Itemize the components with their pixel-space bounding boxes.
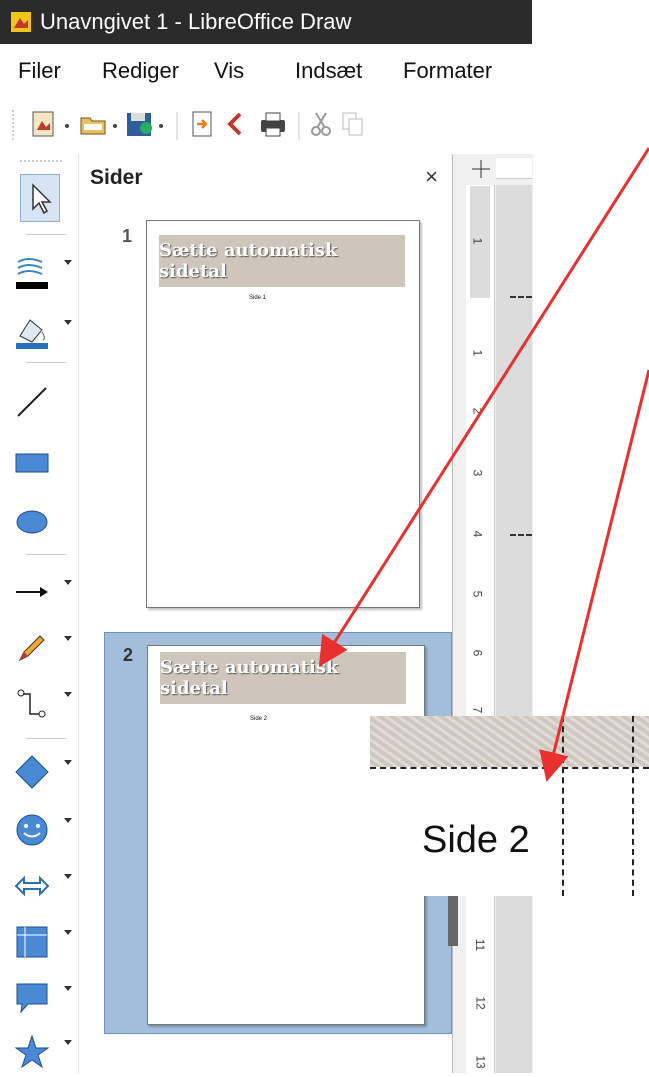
annotation-arrow	[539, 369, 649, 782]
annotation-overlay	[318, 147, 649, 782]
annotation-arrow	[318, 147, 649, 668]
